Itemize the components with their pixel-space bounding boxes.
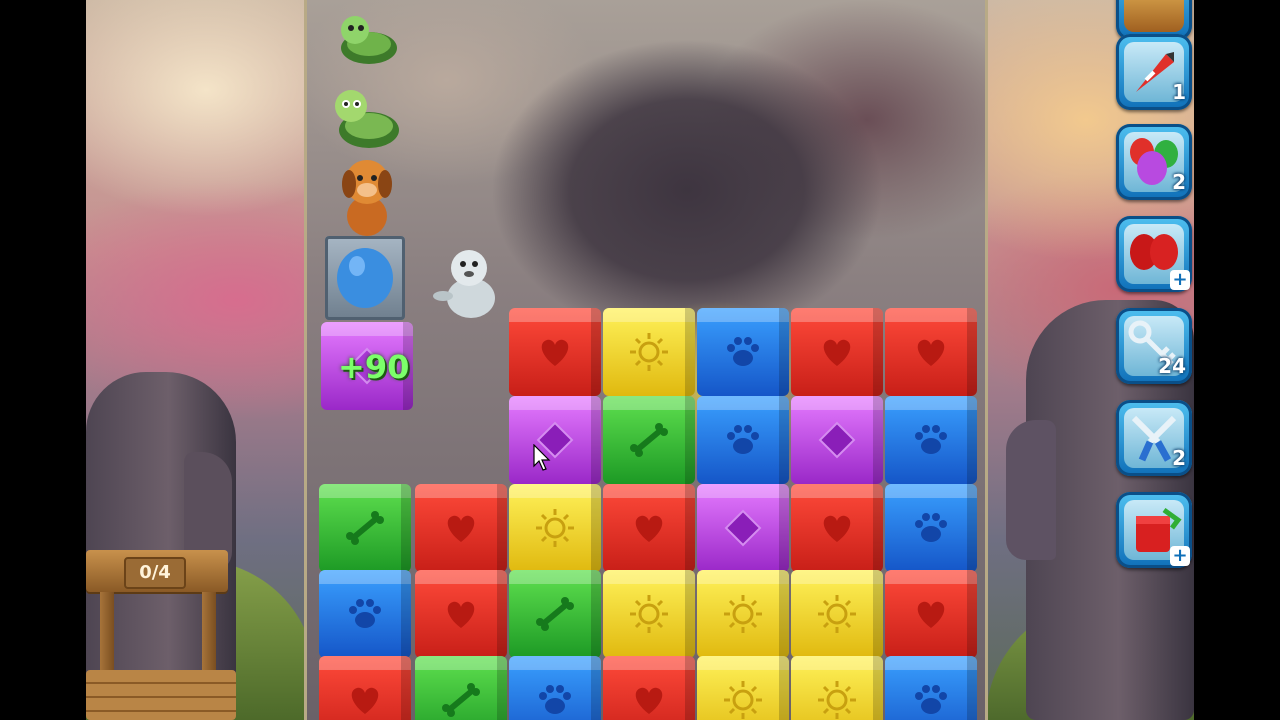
pliers-count: 2 bbox=[1172, 446, 1186, 470]
block-red[interactable] bbox=[509, 308, 601, 396]
score-popup: +90 bbox=[338, 348, 410, 386]
block-red[interactable] bbox=[885, 570, 977, 658]
block-yellow[interactable] bbox=[509, 484, 601, 572]
block-blue[interactable] bbox=[885, 656, 977, 720]
block-yellow[interactable] bbox=[791, 570, 883, 658]
block-purple[interactable] bbox=[791, 396, 883, 484]
block-red[interactable] bbox=[603, 656, 695, 720]
block-blue[interactable] bbox=[697, 308, 789, 396]
block-purple[interactable] bbox=[697, 484, 789, 572]
block-red[interactable] bbox=[791, 484, 883, 572]
block-blue[interactable] bbox=[319, 570, 411, 658]
block-yellow[interactable] bbox=[791, 656, 883, 720]
block-yellow[interactable] bbox=[697, 656, 789, 720]
block-green[interactable] bbox=[509, 570, 601, 658]
block-green[interactable] bbox=[415, 656, 507, 720]
pliers-tool-button[interactable]: 2 bbox=[1116, 400, 1192, 476]
block-yellow[interactable] bbox=[697, 570, 789, 658]
well-counter-label: 0/4 bbox=[124, 557, 186, 589]
block-red[interactable] bbox=[791, 308, 883, 396]
puppy-icon bbox=[342, 160, 392, 236]
block-green[interactable] bbox=[603, 396, 695, 484]
turtle-icon bbox=[341, 16, 397, 64]
rocket-count: 1 bbox=[1172, 80, 1186, 104]
block-green[interactable] bbox=[319, 484, 411, 572]
block-red[interactable] bbox=[415, 570, 507, 658]
balloons-tool-button[interactable]: 2 bbox=[1116, 124, 1192, 200]
block-blue[interactable] bbox=[697, 396, 789, 484]
seal-icon bbox=[433, 250, 495, 318]
boxing-gloves-tool-button[interactable]: + bbox=[1116, 216, 1192, 292]
well-sign: 0/4 bbox=[86, 550, 228, 592]
boxing-gloves-add[interactable]: + bbox=[1170, 270, 1190, 290]
key-count: 24 bbox=[1158, 354, 1186, 378]
paint-bucket-add[interactable]: + bbox=[1170, 546, 1190, 566]
paint-bucket-tool-button[interactable]: + bbox=[1116, 492, 1192, 568]
block-purple[interactable] bbox=[509, 396, 601, 484]
balloons-count: 2 bbox=[1172, 170, 1186, 194]
hammer-icon bbox=[1124, 0, 1184, 32]
block-red[interactable] bbox=[603, 484, 695, 572]
block-red[interactable] bbox=[415, 484, 507, 572]
block-blue[interactable] bbox=[885, 396, 977, 484]
block-blue[interactable] bbox=[885, 484, 977, 572]
block-red[interactable] bbox=[885, 308, 977, 396]
key-tool-button[interactable]: 24 bbox=[1116, 308, 1192, 384]
balloon-cage bbox=[325, 236, 405, 320]
block-yellow[interactable] bbox=[603, 308, 695, 396]
well-counter: 0/4 bbox=[86, 550, 236, 720]
balloon-icon bbox=[337, 248, 393, 308]
well-base bbox=[86, 670, 236, 720]
block-yellow[interactable] bbox=[603, 570, 695, 658]
turtle-icon bbox=[335, 90, 399, 148]
mouse-cursor-icon bbox=[533, 444, 551, 471]
block-blue[interactable] bbox=[509, 656, 601, 720]
rocket-tool-button[interactable]: 1 bbox=[1116, 34, 1192, 110]
block-red[interactable] bbox=[319, 656, 411, 720]
tools-panel: 1 2 + 24 2 + bbox=[1114, 0, 1194, 720]
